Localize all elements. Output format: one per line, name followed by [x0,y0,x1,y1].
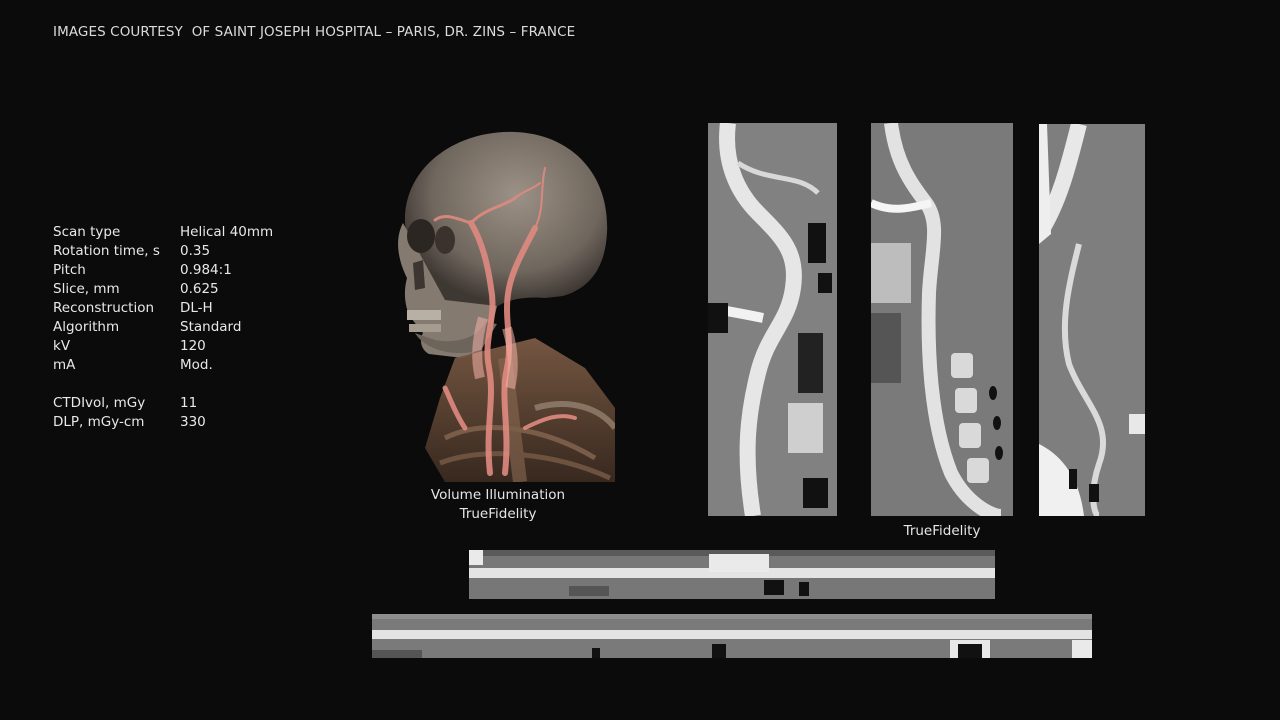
param-value: 0.625 [180,281,219,297]
image-courtesy-credit: IMAGES COURTESY OF SAINT JOSEPH HOSPITAL… [53,24,575,40]
param-row: mA Mod. [53,356,273,375]
slices-caption: TrueFidelity [903,523,981,539]
dose-row: DLP, mGy-cm 330 [53,413,273,432]
courtesy-part-2: OF SAINT JOSEPH HOSPITAL – PARIS, DR. ZI… [191,24,576,40]
param-label: mA [53,357,76,373]
param-row: kV 120 [53,337,273,356]
param-row: Scan type Helical 40mm [53,223,273,242]
param-row: Reconstruction DL-H [53,299,273,318]
param-value: 120 [180,338,206,354]
courtesy-part-1: IMAGES COURTESY [53,24,183,40]
volume-rendering-skull-image [385,128,615,482]
page: IMAGES COURTESY OF SAINT JOSEPH HOSPITAL… [0,0,1280,720]
scan-parameters-table: Scan type Helical 40mm Rotation time, s … [53,223,273,432]
dose-value: 11 [180,395,198,411]
ct-strip-image-2 [372,614,1092,658]
param-row: Slice, mm 0.625 [53,280,273,299]
caption-line-2: TrueFidelity [459,506,537,522]
param-value: Mod. [180,357,213,373]
dose-value: 330 [180,414,206,430]
param-row: Rotation time, s 0.35 [53,242,273,261]
volume-caption: Volume Illumination TrueFidelity [398,486,598,524]
param-value: 0.984:1 [180,262,232,278]
ct-strip-image-1 [469,550,995,599]
caption-line-1: Volume Illumination [430,487,566,503]
param-label: Rotation time, s [53,243,160,259]
param-value: Helical 40mm [180,224,274,240]
param-value: Standard [180,319,242,335]
param-row: Algorithm Standard [53,318,273,337]
dose-row: CTDIvol, mGy 11 [53,394,273,413]
param-value: 0.35 [180,243,211,259]
ct-slice-image-2 [871,123,1013,516]
dose-label: DLP, mGy-cm [53,414,145,430]
ct-slice-image-3 [1039,124,1145,516]
param-row: Pitch 0.984:1 [53,261,273,280]
param-label: kV [53,338,71,354]
param-label: Slice, mm [53,281,120,297]
param-label: Scan type [53,224,121,240]
param-value: DL-H [180,300,213,316]
dose-label: CTDIvol, mGy [53,395,146,411]
param-label: Reconstruction [53,300,155,316]
param-label: Algorithm [53,319,120,335]
param-label: Pitch [53,262,86,278]
ct-slice-image-1 [708,123,837,516]
